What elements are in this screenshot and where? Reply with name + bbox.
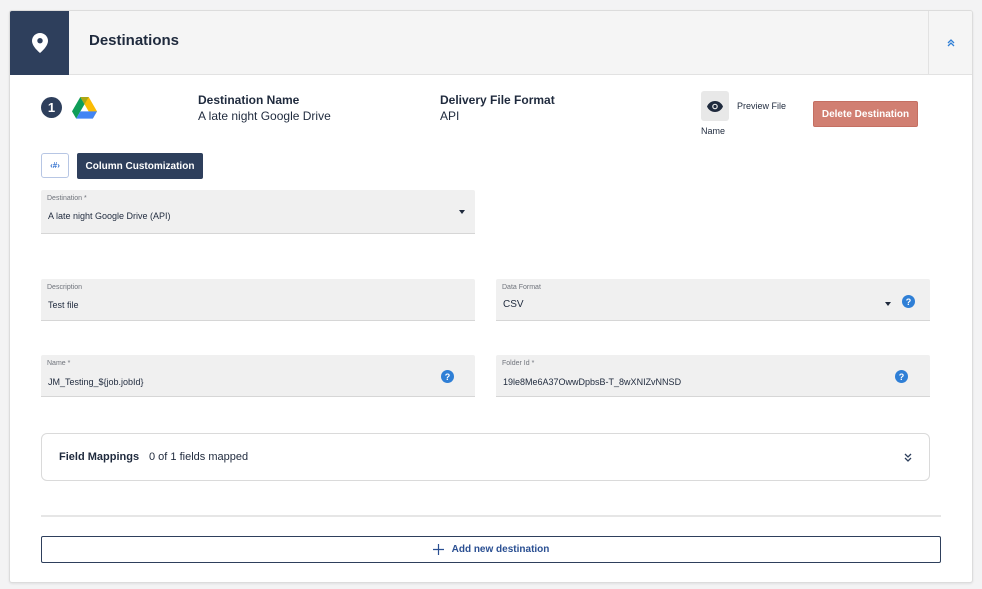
add-new-destination-button[interactable]: Add new destination xyxy=(41,536,941,563)
name-value: JM_Testing_${job.jobId} xyxy=(48,377,144,387)
location-pin-icon xyxy=(31,33,48,53)
destination-name-value: A late night Google Drive xyxy=(198,109,331,123)
folder-id-label: Folder Id * xyxy=(502,360,535,367)
delivery-file-format-value: API xyxy=(440,109,460,123)
code-toggle-button[interactable]: ‹#› xyxy=(41,153,69,178)
add-new-destination-label: Add new destination xyxy=(451,544,550,555)
data-format-select[interactable]: Data Format CSV ? xyxy=(496,279,930,321)
header-icon-box xyxy=(10,11,69,75)
help-icon[interactable]: ? xyxy=(902,295,915,308)
help-icon[interactable]: ? xyxy=(895,370,908,383)
dropdown-caret-icon xyxy=(885,302,891,306)
preview-file-label: Preview File xyxy=(737,101,787,111)
collapse-button[interactable] xyxy=(928,11,972,75)
column-customization-button[interactable]: Column Customization xyxy=(77,153,203,179)
chevron-up-double-icon xyxy=(947,39,954,47)
preview-name-label: Name xyxy=(701,126,726,136)
folder-id-value: 19le8Me6A37OwwDpbsB-T_8wXNIZvNNSD xyxy=(503,377,682,387)
chevron-down-double-icon[interactable] xyxy=(903,452,913,463)
data-format-label: Data Format xyxy=(502,284,541,291)
section-divider xyxy=(41,515,941,517)
field-mappings-count: 0 of 1 fields mapped xyxy=(149,451,249,463)
preview-file-button[interactable] xyxy=(701,91,729,121)
delivery-file-format-label: Delivery File Format xyxy=(440,93,555,107)
name-label: Name * xyxy=(47,360,71,367)
folder-id-field[interactable]: Folder Id * 19le8Me6A37OwwDpbsB-T_8wXNIZ… xyxy=(496,355,930,397)
destination-select-label: Destination * xyxy=(47,195,87,202)
plus-icon xyxy=(432,544,444,555)
help-icon[interactable]: ? xyxy=(441,370,454,383)
dropdown-caret-icon xyxy=(459,210,465,214)
name-field[interactable]: Name * JM_Testing_${job.jobId} ? xyxy=(41,355,475,397)
description-value: Test file xyxy=(48,300,79,310)
destination-index-badge: 1 xyxy=(41,97,62,118)
field-mappings-section[interactable]: Field Mappings 0 of 1 fields mapped xyxy=(41,433,930,481)
destination-name-label: Destination Name xyxy=(198,93,300,107)
destinations-panel: Destinations 1 Destination Name A late n… xyxy=(9,10,973,583)
destination-select-value: A late night Google Drive (API) xyxy=(48,211,171,221)
code-icon: ‹#› xyxy=(50,161,60,170)
description-label: Description xyxy=(47,284,83,291)
destination-select[interactable]: Destination * A late night Google Drive … xyxy=(41,190,475,234)
page-title: Destinations xyxy=(89,32,180,49)
google-drive-icon xyxy=(72,97,97,119)
field-mappings-title: Field Mappings xyxy=(59,451,140,463)
eye-icon xyxy=(707,100,723,112)
delete-destination-button[interactable]: Delete Destination xyxy=(813,101,918,127)
destinations-header[interactable]: Destinations xyxy=(10,11,972,75)
description-field[interactable]: Description Test file xyxy=(41,279,475,321)
data-format-value: CSV xyxy=(503,299,524,310)
